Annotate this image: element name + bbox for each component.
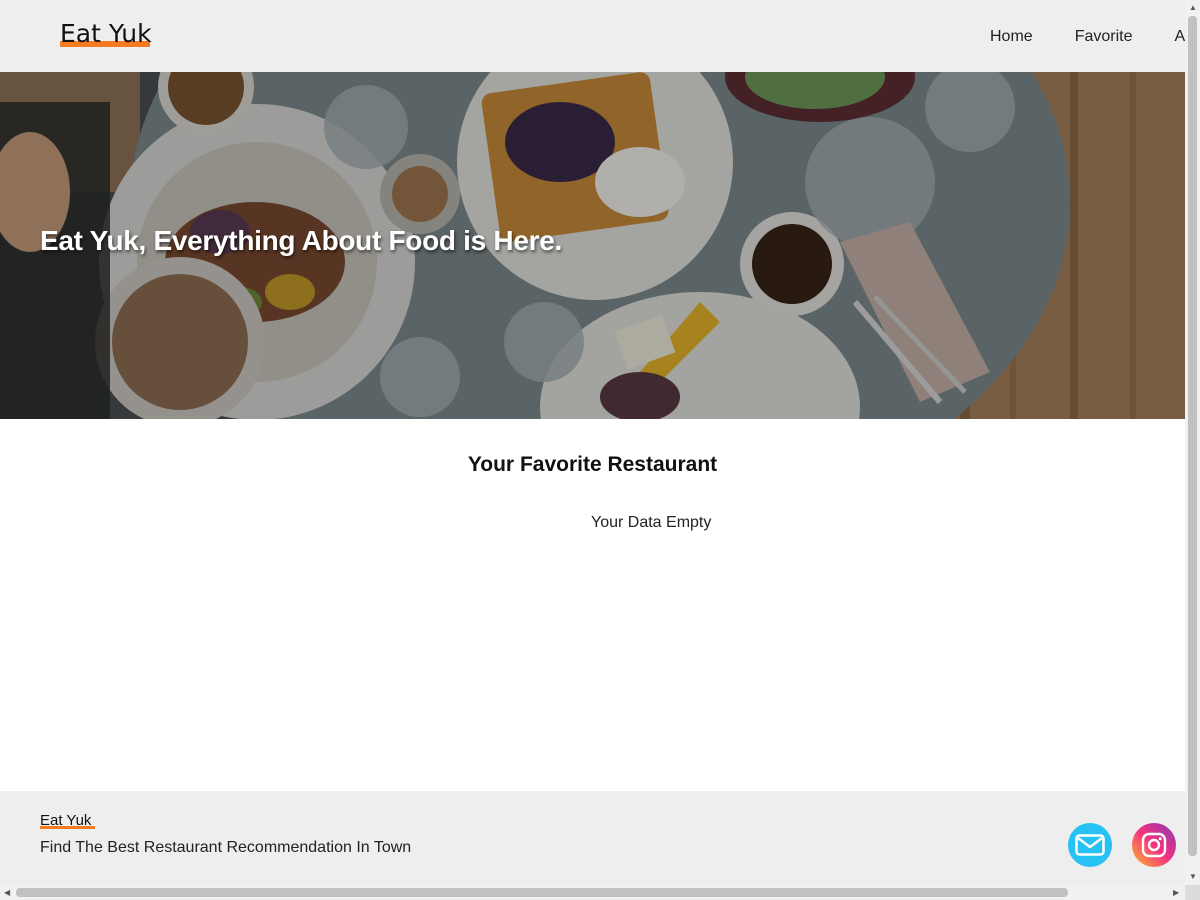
main-nav: Home Favorite A xyxy=(990,27,1185,49)
app-header: Eat Yuk Home Favorite A xyxy=(0,0,1185,72)
scrollbar-corner xyxy=(1185,885,1200,900)
instagram-link[interactable] xyxy=(1132,823,1176,867)
footer-logo: Eat Yuk xyxy=(40,812,92,829)
hero-banner: Eat Yuk, Everything About Food is Here. xyxy=(0,72,1185,419)
page-viewport: Eat Yuk Home Favorite A Eat Yuk, Everyth… xyxy=(0,0,1185,885)
empty-state-message: Your Data Empty xyxy=(591,514,712,531)
app-footer: Eat Yuk Find The Best Restaurant Recomme… xyxy=(0,791,1185,885)
vertical-scrollbar[interactable]: ▲ ▼ xyxy=(1185,0,1200,885)
mail-link[interactable] xyxy=(1068,823,1112,867)
nav-favorite-link[interactable]: Favorite xyxy=(1075,27,1133,49)
scroll-left-arrow-icon[interactable]: ◀ xyxy=(4,888,10,898)
scroll-up-arrow-icon[interactable]: ▲ xyxy=(1189,3,1197,13)
instagram-icon xyxy=(1141,832,1167,858)
horizontal-scroll-thumb[interactable] xyxy=(16,888,1068,897)
horizontal-scrollbar[interactable]: ◀ ▶ xyxy=(0,885,1185,900)
scroll-down-arrow-icon[interactable]: ▼ xyxy=(1189,872,1197,882)
site-logo[interactable]: Eat Yuk xyxy=(60,18,152,50)
nav-home-link[interactable]: Home xyxy=(990,27,1033,49)
favorite-section-title: Your Favorite Restaurant xyxy=(467,453,718,476)
scroll-right-arrow-icon[interactable]: ▶ xyxy=(1173,888,1179,898)
footer-tagline: Find The Best Restaurant Recommendation … xyxy=(40,839,412,856)
vertical-scroll-thumb[interactable] xyxy=(1188,16,1197,856)
mail-icon xyxy=(1075,834,1105,856)
hero-title: Eat Yuk, Everything About Food is Here. xyxy=(40,225,562,256)
nav-about-link[interactable]: A xyxy=(1174,27,1185,49)
